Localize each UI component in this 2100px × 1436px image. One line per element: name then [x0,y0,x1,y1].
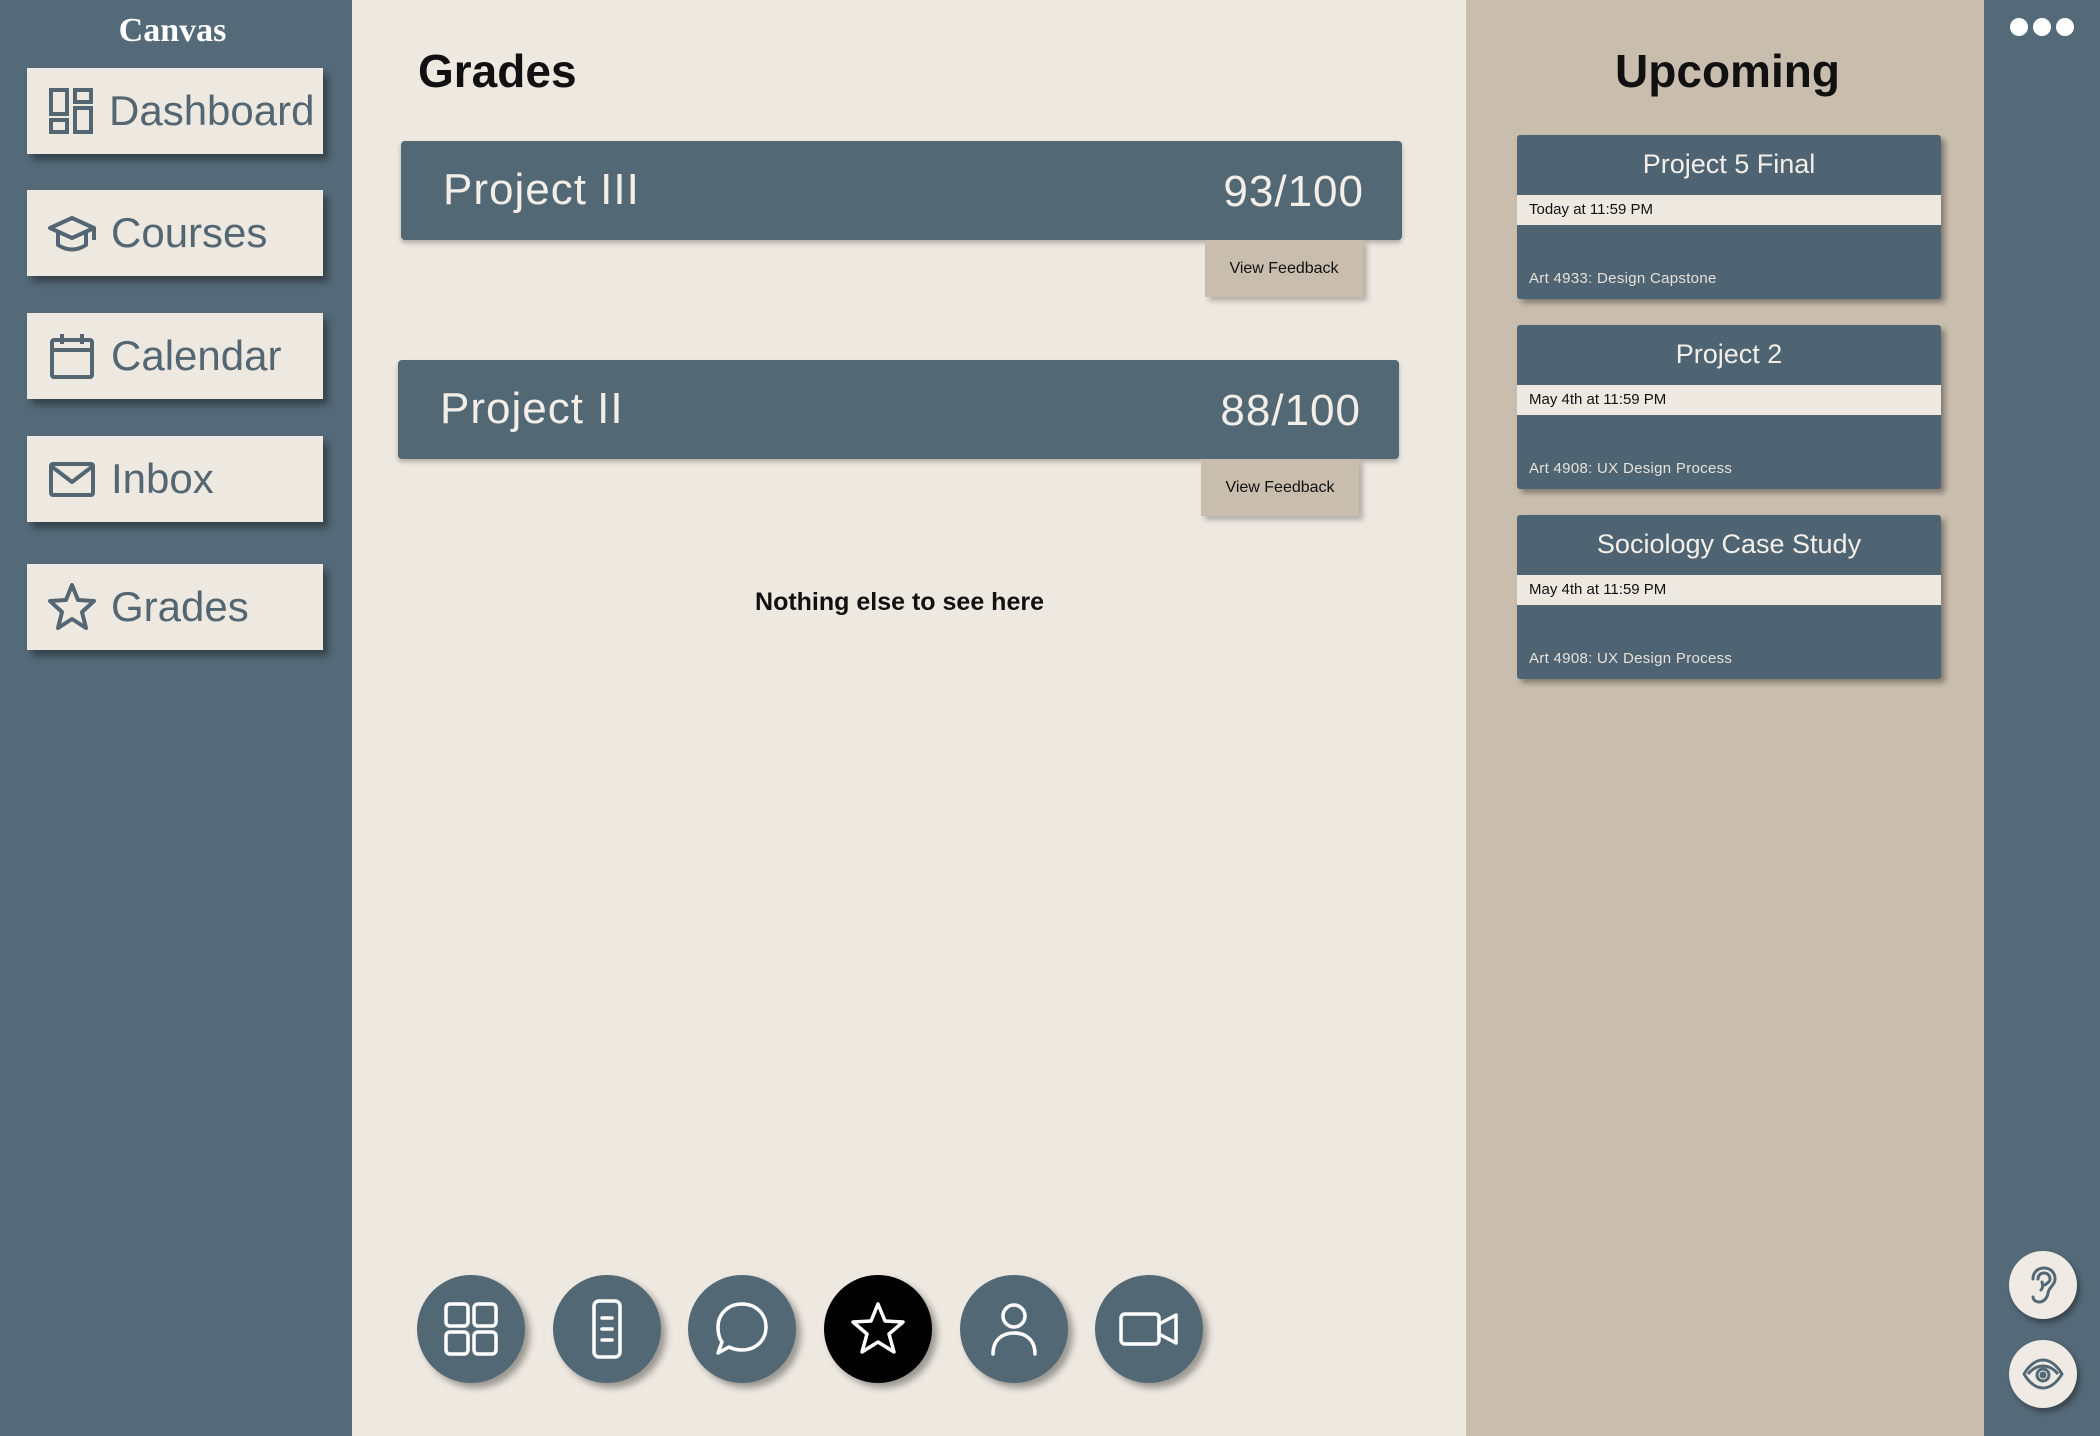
bottom-nav-profile-button[interactable] [960,1275,1068,1383]
video-camera-icon [1119,1312,1178,1346]
view-feedback-button[interactable]: View Feedback [1201,459,1359,516]
grade-name: Project III [443,165,640,214]
dot [2010,18,2028,36]
bottom-nav-documents-button[interactable] [553,1275,661,1383]
graduation-cap-icon [48,216,96,252]
mail-icon [49,462,95,497]
grade-card[interactable]: Project III 93/100 [401,141,1402,240]
upcoming-item-due: Today at 11:59 PM [1517,195,1941,225]
audio-accessibility-button[interactable] [2009,1251,2077,1319]
bottom-nav-grades-button[interactable] [824,1275,932,1383]
sidebar-item-grades[interactable]: Grades [27,564,323,650]
dashboard-icon [49,88,93,134]
empty-state-message: Nothing else to see here [755,588,1044,616]
grade-name: Project II [440,384,624,433]
calendar-icon [50,334,94,379]
upcoming-item[interactable]: Project 5 Final Today at 11:59 PM Art 49… [1517,135,1941,299]
sidebar: Canvas Dashboard Courses Calendar Inbox … [0,0,352,1436]
document-icon [592,1299,622,1359]
upcoming-item[interactable]: Sociology Case Study May 4th at 11:59 PM… [1517,515,1941,679]
star-icon [851,1302,905,1354]
grade-score: 88/100 [1220,386,1361,435]
visual-accessibility-button[interactable] [2009,1340,2077,1408]
more-dots-icon[interactable] [2010,16,2074,38]
upcoming-item-name: Project 2 [1675,339,1783,369]
bottom-nav-chat-button[interactable] [688,1275,796,1383]
star-icon [48,583,96,630]
eye-icon [2022,1358,2064,1390]
upcoming-title: Upcoming [1615,45,1840,97]
sidebar-item-inbox[interactable]: Inbox [27,436,323,522]
bottom-nav-video-button[interactable] [1095,1275,1203,1383]
upcoming-item-name: Project 5 Final [1642,149,1816,179]
chat-bubble-icon [716,1302,768,1355]
upcoming-panel: Upcoming Project 5 Final Today at 11:59 … [1466,0,1984,1436]
upcoming-item-course: Art 4908: UX Design Process [1529,650,1733,667]
sidebar-item-label: Dashboard [109,87,315,134]
bottom-nav [417,1275,1217,1385]
view-feedback-button[interactable]: View Feedback [1205,240,1363,297]
ear-icon [2031,1266,2057,1304]
brand-logo[interactable]: Canvas [0,12,345,50]
upcoming-item[interactable]: Project 2 May 4th at 11:59 PM Art 4908: … [1517,325,1941,489]
sidebar-item-label: Grades [111,583,249,630]
grade-card[interactable]: Project II 88/100 [398,360,1399,459]
dot [2056,18,2074,36]
dot [2033,18,2051,36]
sidebar-item-label: Courses [111,209,268,256]
sidebar-item-calendar[interactable]: Calendar [27,313,323,399]
sidebar-item-label: Inbox [111,455,214,502]
page-title: Grades [418,45,577,97]
grid-icon [444,1302,498,1356]
sidebar-item-courses[interactable]: Courses [27,190,323,276]
sidebar-item-label: Calendar [111,332,282,379]
bottom-nav-dashboard-button[interactable] [417,1275,525,1383]
right-rail [1984,0,2100,1436]
upcoming-item-due: May 4th at 11:59 PM [1517,385,1941,415]
upcoming-item-name: Sociology Case Study [1596,529,1862,559]
sidebar-item-dashboard[interactable]: Dashboard [27,68,323,154]
upcoming-item-course: Art 4933: Design Capstone [1529,270,1717,287]
grade-score: 93/100 [1223,167,1364,216]
person-icon [991,1303,1037,1356]
main-content: Grades Project III 93/100 View Feedback … [352,0,1466,1436]
upcoming-item-due: May 4th at 11:59 PM [1517,575,1941,605]
upcoming-item-course: Art 4908: UX Design Process [1529,460,1733,477]
